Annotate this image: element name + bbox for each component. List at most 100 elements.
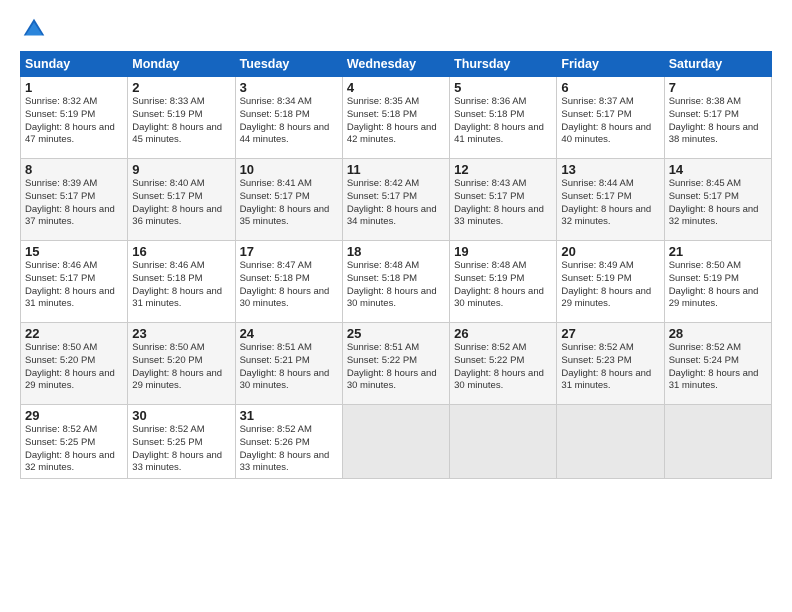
day-number: 16: [132, 244, 230, 259]
calendar-cell: 5 Sunrise: 8:36 AMSunset: 5:18 PMDayligh…: [450, 77, 557, 159]
day-info: Sunrise: 8:36 AMSunset: 5:18 PMDaylight:…: [454, 96, 552, 147]
day-number: 8: [25, 162, 123, 177]
calendar-cell: 22 Sunrise: 8:50 AMSunset: 5:20 PMDaylig…: [21, 323, 128, 405]
day-number: 18: [347, 244, 445, 259]
calendar-cell: 6 Sunrise: 8:37 AMSunset: 5:17 PMDayligh…: [557, 77, 664, 159]
day-number: 20: [561, 244, 659, 259]
day-info: Sunrise: 8:41 AMSunset: 5:17 PMDaylight:…: [240, 178, 338, 229]
weekday-header-wednesday: Wednesday: [342, 52, 449, 77]
day-info: Sunrise: 8:32 AMSunset: 5:19 PMDaylight:…: [25, 96, 123, 147]
day-number: 17: [240, 244, 338, 259]
calendar-cell: 31 Sunrise: 8:52 AMSunset: 5:26 PMDaylig…: [235, 405, 342, 479]
weekday-header-thursday: Thursday: [450, 52, 557, 77]
day-number: 6: [561, 80, 659, 95]
day-info: Sunrise: 8:52 AMSunset: 5:22 PMDaylight:…: [454, 342, 552, 393]
day-number: 9: [132, 162, 230, 177]
day-number: 7: [669, 80, 767, 95]
day-info: Sunrise: 8:52 AMSunset: 5:25 PMDaylight:…: [132, 424, 230, 475]
calendar-cell: 25 Sunrise: 8:51 AMSunset: 5:22 PMDaylig…: [342, 323, 449, 405]
day-number: 5: [454, 80, 552, 95]
day-info: Sunrise: 8:40 AMSunset: 5:17 PMDaylight:…: [132, 178, 230, 229]
calendar-week-1: 1 Sunrise: 8:32 AMSunset: 5:19 PMDayligh…: [21, 77, 772, 159]
day-number: 28: [669, 326, 767, 341]
calendar-body: 1 Sunrise: 8:32 AMSunset: 5:19 PMDayligh…: [21, 77, 772, 479]
day-info: Sunrise: 8:38 AMSunset: 5:17 PMDaylight:…: [669, 96, 767, 147]
day-info: Sunrise: 8:51 AMSunset: 5:22 PMDaylight:…: [347, 342, 445, 393]
weekday-header-saturday: Saturday: [664, 52, 771, 77]
day-info: Sunrise: 8:39 AMSunset: 5:17 PMDaylight:…: [25, 178, 123, 229]
calendar-cell: 28 Sunrise: 8:52 AMSunset: 5:24 PMDaylig…: [664, 323, 771, 405]
day-info: Sunrise: 8:48 AMSunset: 5:18 PMDaylight:…: [347, 260, 445, 311]
calendar-cell: 3 Sunrise: 8:34 AMSunset: 5:18 PMDayligh…: [235, 77, 342, 159]
page: SundayMondayTuesdayWednesdayThursdayFrid…: [0, 0, 792, 612]
day-number: 31: [240, 408, 338, 423]
calendar-cell: 27 Sunrise: 8:52 AMSunset: 5:23 PMDaylig…: [557, 323, 664, 405]
day-info: Sunrise: 8:52 AMSunset: 5:25 PMDaylight:…: [25, 424, 123, 475]
day-info: Sunrise: 8:35 AMSunset: 5:18 PMDaylight:…: [347, 96, 445, 147]
day-info: Sunrise: 8:50 AMSunset: 5:20 PMDaylight:…: [25, 342, 123, 393]
calendar-cell: 21 Sunrise: 8:50 AMSunset: 5:19 PMDaylig…: [664, 241, 771, 323]
calendar-cell: [557, 405, 664, 479]
calendar-cell: 7 Sunrise: 8:38 AMSunset: 5:17 PMDayligh…: [664, 77, 771, 159]
day-number: 3: [240, 80, 338, 95]
calendar-cell: 19 Sunrise: 8:48 AMSunset: 5:19 PMDaylig…: [450, 241, 557, 323]
calendar-cell: 24 Sunrise: 8:51 AMSunset: 5:21 PMDaylig…: [235, 323, 342, 405]
weekday-header-tuesday: Tuesday: [235, 52, 342, 77]
day-info: Sunrise: 8:42 AMSunset: 5:17 PMDaylight:…: [347, 178, 445, 229]
calendar-cell: 9 Sunrise: 8:40 AMSunset: 5:17 PMDayligh…: [128, 159, 235, 241]
calendar-cell: 29 Sunrise: 8:52 AMSunset: 5:25 PMDaylig…: [21, 405, 128, 479]
day-number: 26: [454, 326, 552, 341]
calendar-cell: 11 Sunrise: 8:42 AMSunset: 5:17 PMDaylig…: [342, 159, 449, 241]
day-info: Sunrise: 8:51 AMSunset: 5:21 PMDaylight:…: [240, 342, 338, 393]
calendar-cell: 16 Sunrise: 8:46 AMSunset: 5:18 PMDaylig…: [128, 241, 235, 323]
calendar-cell: 10 Sunrise: 8:41 AMSunset: 5:17 PMDaylig…: [235, 159, 342, 241]
calendar-cell: 1 Sunrise: 8:32 AMSunset: 5:19 PMDayligh…: [21, 77, 128, 159]
calendar-cell: 14 Sunrise: 8:45 AMSunset: 5:17 PMDaylig…: [664, 159, 771, 241]
day-info: Sunrise: 8:48 AMSunset: 5:19 PMDaylight:…: [454, 260, 552, 311]
day-info: Sunrise: 8:46 AMSunset: 5:17 PMDaylight:…: [25, 260, 123, 311]
day-info: Sunrise: 8:52 AMSunset: 5:26 PMDaylight:…: [240, 424, 338, 475]
calendar-cell: 20 Sunrise: 8:49 AMSunset: 5:19 PMDaylig…: [557, 241, 664, 323]
calendar-cell: 17 Sunrise: 8:47 AMSunset: 5:18 PMDaylig…: [235, 241, 342, 323]
calendar-cell: 26 Sunrise: 8:52 AMSunset: 5:22 PMDaylig…: [450, 323, 557, 405]
day-number: 11: [347, 162, 445, 177]
calendar-week-2: 8 Sunrise: 8:39 AMSunset: 5:17 PMDayligh…: [21, 159, 772, 241]
day-number: 22: [25, 326, 123, 341]
day-number: 2: [132, 80, 230, 95]
calendar-cell: 8 Sunrise: 8:39 AMSunset: 5:17 PMDayligh…: [21, 159, 128, 241]
day-number: 19: [454, 244, 552, 259]
day-number: 27: [561, 326, 659, 341]
day-number: 24: [240, 326, 338, 341]
calendar-cell: 15 Sunrise: 8:46 AMSunset: 5:17 PMDaylig…: [21, 241, 128, 323]
day-number: 30: [132, 408, 230, 423]
day-number: 15: [25, 244, 123, 259]
weekday-header-friday: Friday: [557, 52, 664, 77]
day-number: 25: [347, 326, 445, 341]
calendar-cell: [450, 405, 557, 479]
day-info: Sunrise: 8:52 AMSunset: 5:24 PMDaylight:…: [669, 342, 767, 393]
weekday-header-sunday: Sunday: [21, 52, 128, 77]
day-info: Sunrise: 8:43 AMSunset: 5:17 PMDaylight:…: [454, 178, 552, 229]
day-info: Sunrise: 8:33 AMSunset: 5:19 PMDaylight:…: [132, 96, 230, 147]
logo-icon: [20, 15, 48, 43]
day-info: Sunrise: 8:37 AMSunset: 5:17 PMDaylight:…: [561, 96, 659, 147]
day-info: Sunrise: 8:50 AMSunset: 5:20 PMDaylight:…: [132, 342, 230, 393]
calendar-cell: 18 Sunrise: 8:48 AMSunset: 5:18 PMDaylig…: [342, 241, 449, 323]
day-number: 4: [347, 80, 445, 95]
calendar-cell: 12 Sunrise: 8:43 AMSunset: 5:17 PMDaylig…: [450, 159, 557, 241]
calendar-cell: 30 Sunrise: 8:52 AMSunset: 5:25 PMDaylig…: [128, 405, 235, 479]
day-info: Sunrise: 8:46 AMSunset: 5:18 PMDaylight:…: [132, 260, 230, 311]
calendar-table: SundayMondayTuesdayWednesdayThursdayFrid…: [20, 51, 772, 479]
calendar-week-3: 15 Sunrise: 8:46 AMSunset: 5:17 PMDaylig…: [21, 241, 772, 323]
day-number: 29: [25, 408, 123, 423]
day-info: Sunrise: 8:47 AMSunset: 5:18 PMDaylight:…: [240, 260, 338, 311]
day-number: 12: [454, 162, 552, 177]
calendar-cell: 23 Sunrise: 8:50 AMSunset: 5:20 PMDaylig…: [128, 323, 235, 405]
day-info: Sunrise: 8:45 AMSunset: 5:17 PMDaylight:…: [669, 178, 767, 229]
calendar-cell: 13 Sunrise: 8:44 AMSunset: 5:17 PMDaylig…: [557, 159, 664, 241]
calendar-week-4: 22 Sunrise: 8:50 AMSunset: 5:20 PMDaylig…: [21, 323, 772, 405]
weekday-header-row: SundayMondayTuesdayWednesdayThursdayFrid…: [21, 52, 772, 77]
day-number: 21: [669, 244, 767, 259]
header: [20, 15, 772, 43]
calendar-cell: [664, 405, 771, 479]
